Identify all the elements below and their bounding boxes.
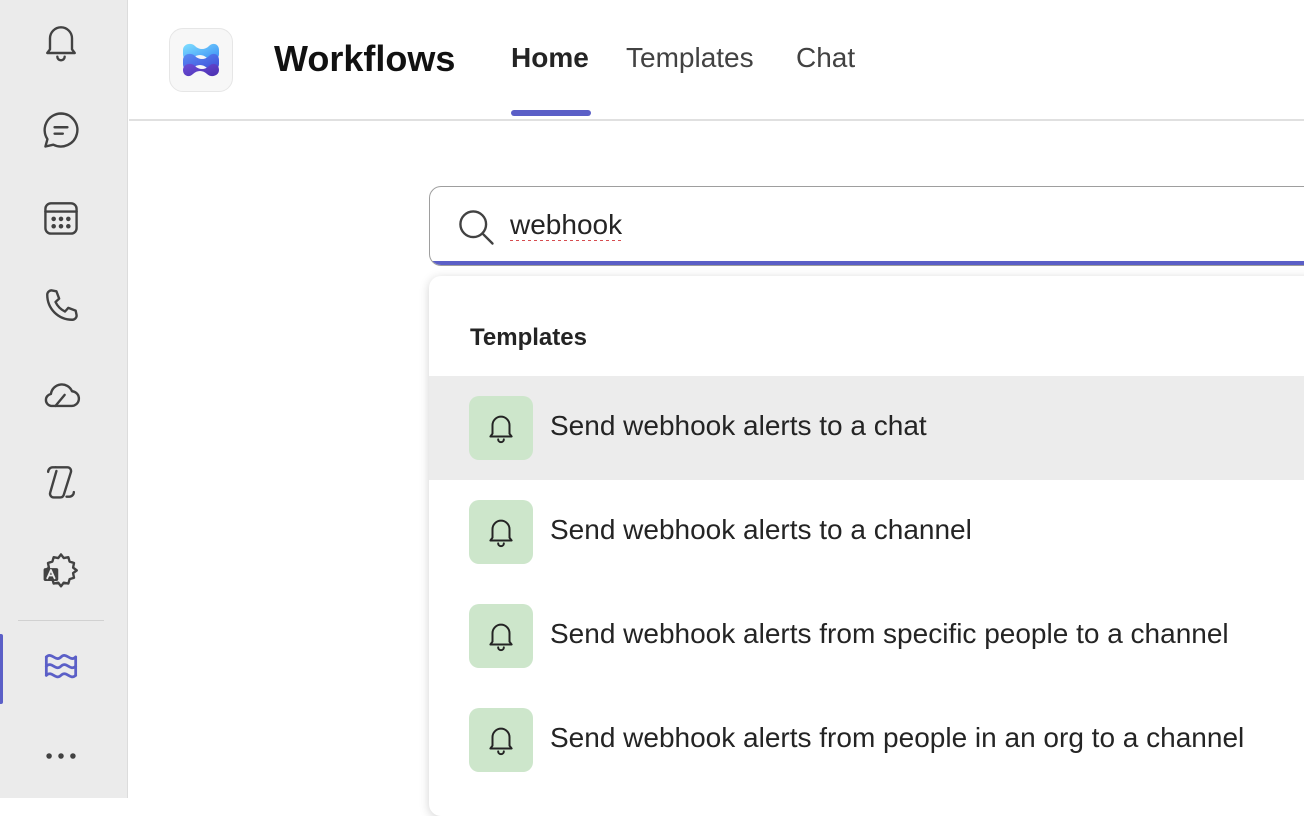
chat-button[interactable] [0,90,122,170]
workflows-icon [44,654,78,679]
phone-icon [46,289,78,321]
admin-button[interactable] [0,530,122,610]
tab-home[interactable]: Home [511,42,589,74]
rail-divider [18,620,104,621]
tab-chat[interactable]: Chat [796,42,855,74]
cloud-icon [44,383,81,408]
calls-button[interactable] [0,266,122,346]
template-result-item[interactable]: Send webhook alerts from specific people… [429,584,1304,688]
calendar-button[interactable] [0,178,122,258]
workflows-logo [169,28,233,92]
template-icon-tile [469,396,533,460]
workflows-button[interactable] [0,628,122,708]
bell-icon [46,26,76,62]
search-input[interactable] [510,203,1290,247]
app-header: Workflows Home Templates Chat [129,0,1304,121]
copilot-button[interactable] [0,442,122,522]
onedrive-button[interactable] [0,354,122,434]
search-box[interactable] [429,186,1304,266]
tab-templates[interactable]: Templates [626,42,754,74]
results-heading: Templates [470,324,587,351]
search-results-dropdown: Templates Send webhook alerts to a chat … [429,276,1304,816]
search-icon [459,210,494,245]
app-title: Workflows [274,38,456,79]
workflows-logo-icon [183,43,219,77]
template-result-item[interactable]: Send webhook alerts from people in an or… [429,688,1304,792]
template-result-label: Send webhook alerts to a channel [550,514,972,545]
template-result-label: Send webhook alerts from specific people… [550,618,1229,649]
copilot-icon [46,466,76,499]
bell-icon [489,727,513,756]
calendar-icon [44,202,78,235]
app-rail [0,0,128,798]
activity-button[interactable] [0,2,122,82]
template-result-item[interactable]: Send webhook alerts to a chat [429,376,1304,480]
active-tab-indicator [511,110,591,116]
template-result-label: Send webhook alerts from people in an or… [550,722,1245,753]
chat-icon [43,112,79,148]
more-icon [46,753,76,759]
template-icon-tile [469,708,533,772]
settings-translate-icon [43,553,78,588]
bell-icon [489,415,513,444]
template-result-item[interactable]: Send webhook alerts to a channel [429,480,1304,584]
template-result-label: Send webhook alerts to a chat [550,410,927,441]
template-icon-tile [469,500,533,564]
template-icon-tile [469,604,533,668]
bell-icon [489,623,513,652]
bell-icon [489,519,513,548]
more-apps-button[interactable] [0,716,122,796]
